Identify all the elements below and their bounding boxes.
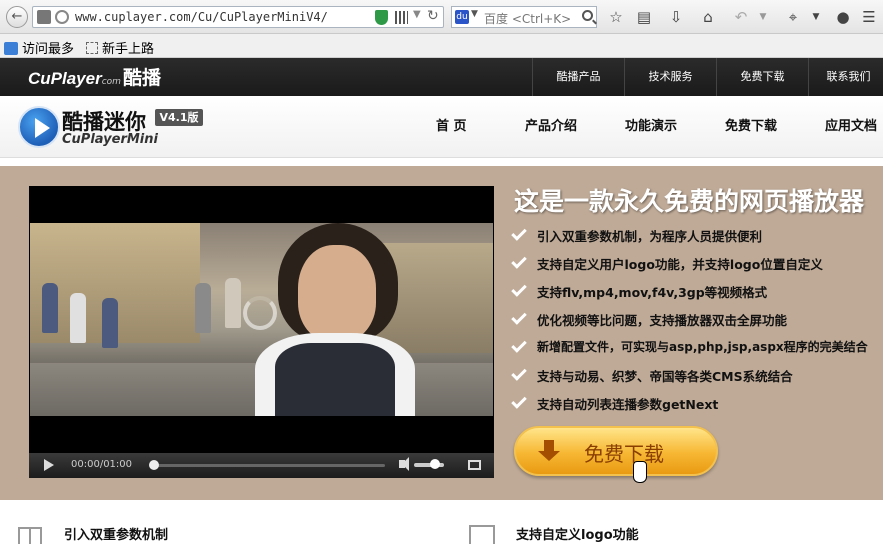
free-download-button[interactable]: 免费下载: [514, 426, 718, 476]
search-engine-icon[interactable]: du: [455, 10, 469, 24]
fullscreen-icon[interactable]: [468, 460, 481, 470]
site-logo[interactable]: CuPlayercom 酷播: [28, 63, 161, 90]
back-button[interactable]: ←: [6, 6, 28, 28]
chat-icon[interactable]: ●: [833, 7, 853, 27]
site-topbar: CuPlayercom 酷播 酷播产品 技术服务 免费下载 联系我们: [0, 58, 883, 96]
crop-icon[interactable]: ⌖: [783, 7, 803, 27]
feature-item: 支持flv,mp4,mov,f4v,3gp等视频格式: [511, 281, 883, 302]
bookmark-getting-started[interactable]: 新手上路: [86, 38, 154, 57]
feature-item: 新增配置文件，可实现与asp,php,jsp,aspx程序的完美结合: [511, 337, 883, 358]
qr-code-icon[interactable]: [395, 11, 408, 24]
time-display: 00:00/01:00: [71, 459, 133, 470]
topnav-contact[interactable]: 联系我们: [808, 58, 883, 96]
browser-toolbar: ← www.cuplayer.com/Cu/CuPlayerMiniV4/ ▼ …: [0, 0, 883, 34]
check-icon: [511, 337, 527, 353]
page-icon: [86, 42, 98, 54]
star-icon[interactable]: ☆: [606, 7, 626, 27]
page-icon: [37, 10, 51, 24]
feature-item: 优化视频等比问题，支持播放器双击全屏功能: [511, 309, 883, 330]
volume-handle[interactable]: [430, 459, 440, 469]
bookmarks-bar: 访问最多 新手上路: [0, 34, 883, 58]
mainnav-home[interactable]: 首 页: [436, 96, 467, 158]
mainnav-download[interactable]: 免费下载: [725, 96, 777, 158]
feature-item: 支持自动列表连播参数getNext: [511, 393, 883, 414]
seek-handle[interactable]: [149, 460, 159, 470]
feature-item: 支持自定义用户logo功能，并支持logo位置自定义: [511, 253, 883, 274]
volume-icon[interactable]: [399, 457, 409, 471]
globe-icon: [55, 10, 69, 24]
search-input[interactable]: 百度 <Ctrl+K>: [484, 10, 571, 27]
hero-title: 这是一款永久免费的网页播放器: [514, 187, 865, 216]
arrow-down-icon: [538, 440, 560, 461]
reader-icon[interactable]: ▤: [634, 7, 654, 27]
bottom-feature-title: 引入双重参数机制: [64, 528, 169, 543]
mainnav-product-intro[interactable]: 产品介绍: [525, 96, 577, 158]
play-logo-icon[interactable]: [18, 106, 60, 148]
chevron-down-icon[interactable]: ▼: [753, 7, 773, 27]
undo-icon[interactable]: ↶: [731, 7, 751, 27]
feature-item: 支持与动易、织梦、帝国等各类CMS系统结合: [511, 365, 883, 386]
hand-cursor-icon: [633, 461, 647, 483]
download-arrow-icon[interactable]: ⇩: [666, 7, 686, 27]
check-icon: [511, 253, 527, 269]
bookmark-icon: [4, 42, 18, 55]
home-icon[interactable]: ⌂: [698, 7, 718, 27]
reload-icon[interactable]: ↻: [427, 8, 439, 24]
brand-subtitle: CuPlayerMini: [62, 132, 158, 147]
chevron-down-icon[interactable]: ▼: [471, 9, 478, 19]
search-icon[interactable]: [582, 10, 593, 21]
play-icon[interactable]: [44, 459, 54, 471]
chevron-down-icon[interactable]: ▼: [413, 9, 421, 20]
grid-icon: [18, 527, 42, 544]
loading-spinner-icon: [243, 296, 277, 330]
box-icon: [469, 525, 495, 544]
topnav-download[interactable]: 免费下载: [716, 58, 808, 96]
version-badge: V4.1版: [155, 109, 203, 126]
chevron-down-icon[interactable]: ▼: [806, 7, 826, 27]
search-box[interactable]: du ▼ 百度 <Ctrl+K>: [451, 6, 597, 28]
check-icon: [511, 365, 527, 381]
bookmark-most-visited[interactable]: 访问最多: [4, 38, 74, 57]
seek-bar[interactable]: [150, 464, 385, 467]
mainnav-docs[interactable]: 应用文档: [825, 96, 877, 158]
url-text[interactable]: www.cuplayer.com/Cu/CuPlayerMiniV4/: [75, 10, 328, 24]
check-icon: [511, 309, 527, 325]
topnav-services[interactable]: 技术服务: [624, 58, 716, 96]
feature-item: 引入双重参数机制，为程序人员提供便利: [511, 225, 883, 246]
bottom-feature-title: 支持自定义logo功能: [516, 528, 639, 543]
topnav-products[interactable]: 酷播产品: [532, 58, 624, 96]
shield-icon[interactable]: [375, 10, 388, 25]
check-icon: [511, 281, 527, 297]
mainnav-demo[interactable]: 功能演示: [625, 96, 677, 158]
check-icon: [511, 225, 527, 241]
menu-icon[interactable]: ☰: [859, 7, 879, 27]
address-bar[interactable]: www.cuplayer.com/Cu/CuPlayerMiniV4/ ▼ ↻: [32, 6, 444, 28]
check-icon: [511, 393, 527, 409]
